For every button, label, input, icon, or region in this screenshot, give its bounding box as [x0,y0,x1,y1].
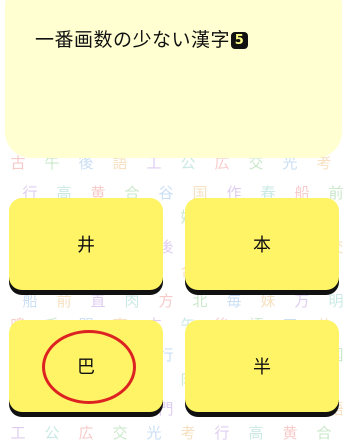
background-kanji: 公 [44,424,60,442]
background-kanji: 万 [294,292,310,310]
background-kanji: 後 [78,154,94,172]
question-card: 一番画数の少ない漢字 5 [5,0,342,158]
background-kanji: 妹 [260,292,276,310]
background-kanji: 語 [112,154,128,172]
background-kanji: 前 [56,292,72,310]
answer-kanji: 井 [77,235,95,256]
background-kanji: 公 [180,154,196,172]
background-kanji: 考 [180,424,196,442]
answer-kanji: 半 [253,357,271,378]
background-kanji: 交 [248,154,264,172]
background-kanji: 光 [146,424,162,442]
background-kanji: 広 [78,424,94,442]
background-kanji: 毎 [226,292,242,310]
background-kanji: 交 [112,424,128,442]
background-kanji: 黄 [282,424,298,442]
question-text: 一番画数の少ない漢字 [35,29,231,51]
answer-button-3[interactable]: 巴 [9,320,163,412]
background-kanji: 明 [328,292,344,310]
background-kanji: 考 [316,154,332,172]
background-kanji: 谷 [158,184,174,202]
answer-button-4[interactable]: 半 [185,320,339,412]
background-kanji: 合 [316,424,332,442]
answer-button-1[interactable]: 井 [9,198,163,290]
background-kanji: 船 [22,292,38,310]
background-kanji: 工 [146,154,162,172]
background-kanji: 午 [44,154,60,172]
background-kanji: 方 [158,292,174,310]
background-kanji: 広 [214,154,230,172]
background-kanji: 行 [214,424,230,442]
background-kanji: 高 [248,424,264,442]
background-kanji: 古 [10,154,26,172]
background-kanji: 工 [10,424,26,442]
answer-kanji: 巴 [77,357,95,378]
background-kanji: 肉 [124,292,140,310]
question-number-badge: 5 [231,31,249,49]
background-kanji: 直 [90,292,106,310]
background-kanji: 光 [282,154,298,172]
question-prompt: 一番画数の少ない漢字 5 [35,29,249,51]
answer-button-2[interactable]: 本 [185,198,339,290]
background-kanji: 北 [192,292,208,310]
answer-kanji: 本 [253,235,271,256]
